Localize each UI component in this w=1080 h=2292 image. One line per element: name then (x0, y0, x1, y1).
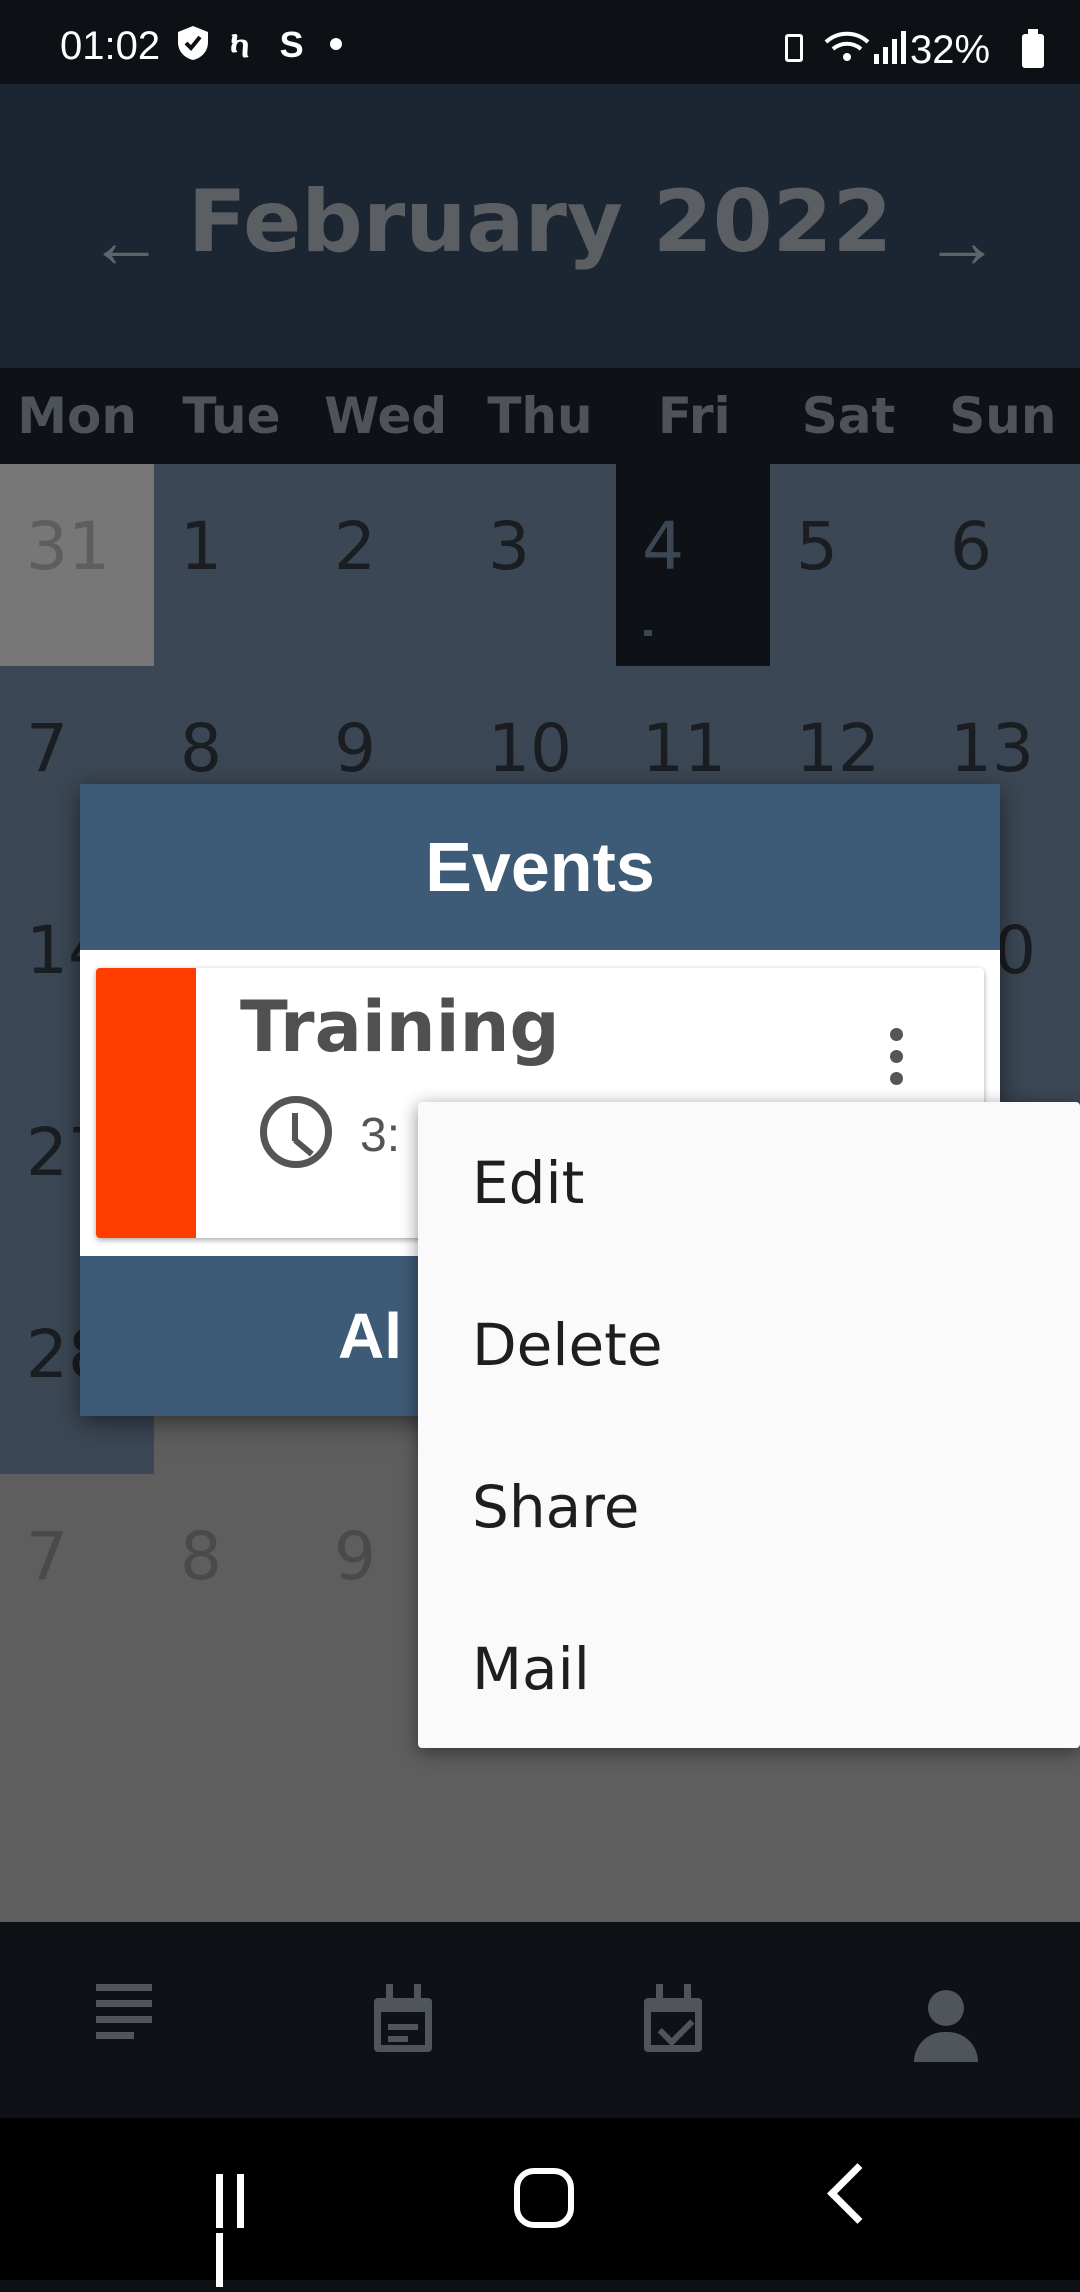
event-time: 3: (360, 1109, 401, 1162)
notification-icons: ካ S (176, 24, 314, 67)
more-vert-icon[interactable] (890, 1028, 904, 1088)
calendar-icon[interactable] (364, 1984, 444, 2064)
home-icon[interactable] (514, 2168, 574, 2228)
wifi-icon (824, 31, 870, 61)
battery-saver-icon (785, 34, 803, 62)
bottom-navigation (0, 1922, 1080, 2118)
calendar-day[interactable]: 5 (770, 464, 924, 666)
event-title: Training (240, 986, 560, 1068)
event-options-menu: Edit Delete Share Mail (418, 1102, 1080, 1748)
calendar-check-icon[interactable] (634, 1984, 714, 2064)
recents-icon[interactable] (216, 2174, 272, 2287)
calendar-day[interactable]: 31 (0, 464, 154, 666)
month-header: ← February 2022 → (0, 84, 1080, 368)
weekday-label: Sat (801, 387, 896, 445)
month-title: February 2022 (187, 172, 893, 272)
dialog-title: Events (80, 784, 1000, 950)
battery-percent: 32% (910, 28, 991, 72)
calendar-day[interactable]: 1 (154, 464, 308, 666)
weekday-label: Wed (324, 387, 448, 445)
status-time: 01:02 (60, 24, 161, 68)
calendar-day[interactable]: 2 (308, 464, 462, 666)
status-bar: 01:02 ካ S 32% (0, 0, 1080, 84)
weekday-row: Mon Tue Wed Thu Fri Sat Sun (0, 368, 1080, 464)
calendar-day[interactable]: 8 (154, 1474, 308, 1676)
calendar-day[interactable]: 3 (462, 464, 616, 666)
menu-item-share[interactable]: Share (418, 1426, 1080, 1588)
back-icon[interactable] (827, 2163, 888, 2224)
weekday-label: Mon (17, 387, 137, 445)
calendar-day-selected[interactable]: 4 (616, 464, 770, 666)
menu-item-edit[interactable]: Edit (418, 1102, 1080, 1264)
status-right: 32% (760, 20, 1080, 72)
app-notification-icons: ካ S (230, 24, 314, 65)
person-icon[interactable] (906, 1984, 986, 2064)
menu-item-delete[interactable]: Delete (418, 1264, 1080, 1426)
calendar-day[interactable]: 6 (924, 464, 1080, 666)
clock-icon (260, 1096, 332, 1168)
weekday-label: Tue (182, 387, 281, 445)
list-icon[interactable] (96, 1984, 176, 2064)
battery-icon (1022, 29, 1044, 68)
weekday-label: Sun (949, 387, 1057, 445)
day-number: 4 (642, 508, 684, 585)
signal-icon (874, 31, 906, 64)
next-month-button[interactable]: → (924, 204, 1000, 280)
weekday-label: Fri (657, 387, 731, 445)
event-color-bar (96, 968, 196, 1238)
add-event-label: Al (338, 1300, 402, 1372)
menu-item-mail[interactable]: Mail (418, 1588, 1080, 1750)
calendar-day[interactable]: 7 (0, 1474, 154, 1676)
system-navigation-bar (0, 2118, 1080, 2287)
event-indicator (644, 630, 652, 636)
notification-dot-icon (330, 38, 342, 50)
shield-icon (178, 26, 208, 60)
weekday-label: Thu (487, 387, 593, 445)
